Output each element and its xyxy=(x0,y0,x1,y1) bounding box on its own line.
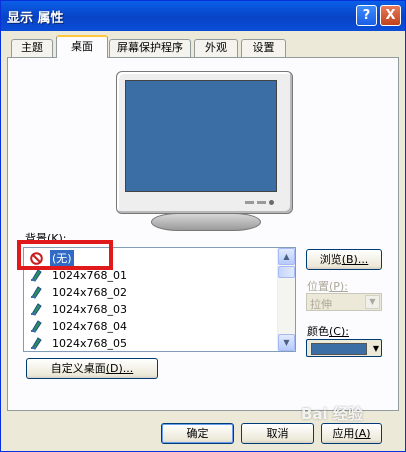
list-item-label: 1024x768_05 xyxy=(52,337,127,350)
watermark: Bai 经验 xyxy=(301,405,363,423)
cancel-button[interactable]: 取消 xyxy=(241,423,314,444)
position-value: 拉伸 xyxy=(310,298,332,311)
list-item[interactable]: 1024x768_04 xyxy=(26,318,276,335)
browse-hotkey: (B)... xyxy=(341,253,369,266)
position-label: 位置(P): xyxy=(307,278,348,294)
browse-button[interactable]: 浏览(B)... xyxy=(306,249,382,270)
picture-file-icon xyxy=(31,320,42,333)
color-label: 颜色(C): xyxy=(307,323,349,339)
scroll-down-icon[interactable]: ▼ xyxy=(278,334,295,351)
color-hotkey: (C): xyxy=(329,325,349,338)
help-button[interactable]: ? xyxy=(356,5,377,26)
monitor-button-icon xyxy=(245,201,254,204)
position-hotkey: (P): xyxy=(329,280,348,293)
tab-appearance[interactable]: 外观 xyxy=(194,39,238,57)
picture-file-icon xyxy=(31,286,42,299)
tab-desktop[interactable]: 桌面 xyxy=(56,35,108,58)
title-bar[interactable]: 显示 属性 ? X xyxy=(1,1,405,31)
tab-settings[interactable]: 设置 xyxy=(241,39,286,57)
position-label-text: 位置 xyxy=(307,280,329,293)
browse-label: 浏览 xyxy=(319,253,342,266)
red-highlight-box xyxy=(17,240,113,270)
picture-file-icon xyxy=(31,269,42,282)
picture-file-icon xyxy=(31,337,42,350)
ok-button[interactable]: 确定 xyxy=(161,423,234,444)
picture-file-icon xyxy=(31,303,42,316)
chevron-down-icon: ▼ xyxy=(365,295,380,309)
desktop-preview-screen xyxy=(125,80,277,192)
monitor-preview xyxy=(116,71,293,214)
color-swatch xyxy=(311,343,367,355)
list-item[interactable]: 1024x768_02 xyxy=(26,284,276,301)
power-led-icon xyxy=(269,200,274,205)
monitor-button-icon xyxy=(257,201,266,204)
color-picker-button[interactable]: ▼ xyxy=(306,339,382,357)
customize-desktop-button[interactable]: 自定义桌面(D)... xyxy=(26,358,158,379)
list-item[interactable]: 1024x768_05 xyxy=(26,335,276,351)
customize-hotkey: (D)... xyxy=(105,362,134,375)
customize-label: 自定义桌面 xyxy=(50,362,106,375)
position-select[interactable]: 拉伸 ▼ xyxy=(306,293,382,311)
list-item[interactable]: 1024x768_03 xyxy=(26,301,276,318)
display-properties-window: 显示 属性 ? X 主题 桌面 屏幕保护程序 外观 设置 背景(K): (无) xyxy=(0,0,406,452)
tab-screensaver[interactable]: 屏幕保护程序 xyxy=(109,39,191,57)
listbox-scrollbar[interactable]: ▲ ▼ xyxy=(277,248,295,351)
chevron-down-icon: ▼ xyxy=(372,344,379,353)
tab-theme[interactable]: 主题 xyxy=(11,39,53,57)
apply-label: 应用 xyxy=(332,427,355,440)
window-title: 显示 属性 xyxy=(7,11,64,26)
list-item-label: 1024x768_02 xyxy=(52,286,127,299)
apply-hotkey: (A) xyxy=(354,427,371,440)
scroll-up-icon[interactable]: ▲ xyxy=(278,248,295,265)
list-item-label: 1024x768_03 xyxy=(52,303,127,316)
close-button[interactable]: X xyxy=(380,5,401,26)
apply-button[interactable]: 应用(A) xyxy=(321,423,382,444)
scroll-thumb[interactable] xyxy=(278,266,295,278)
color-label-text: 颜色 xyxy=(307,325,329,338)
list-item-label: 1024x768_04 xyxy=(52,320,127,333)
monitor-stand xyxy=(151,213,261,231)
